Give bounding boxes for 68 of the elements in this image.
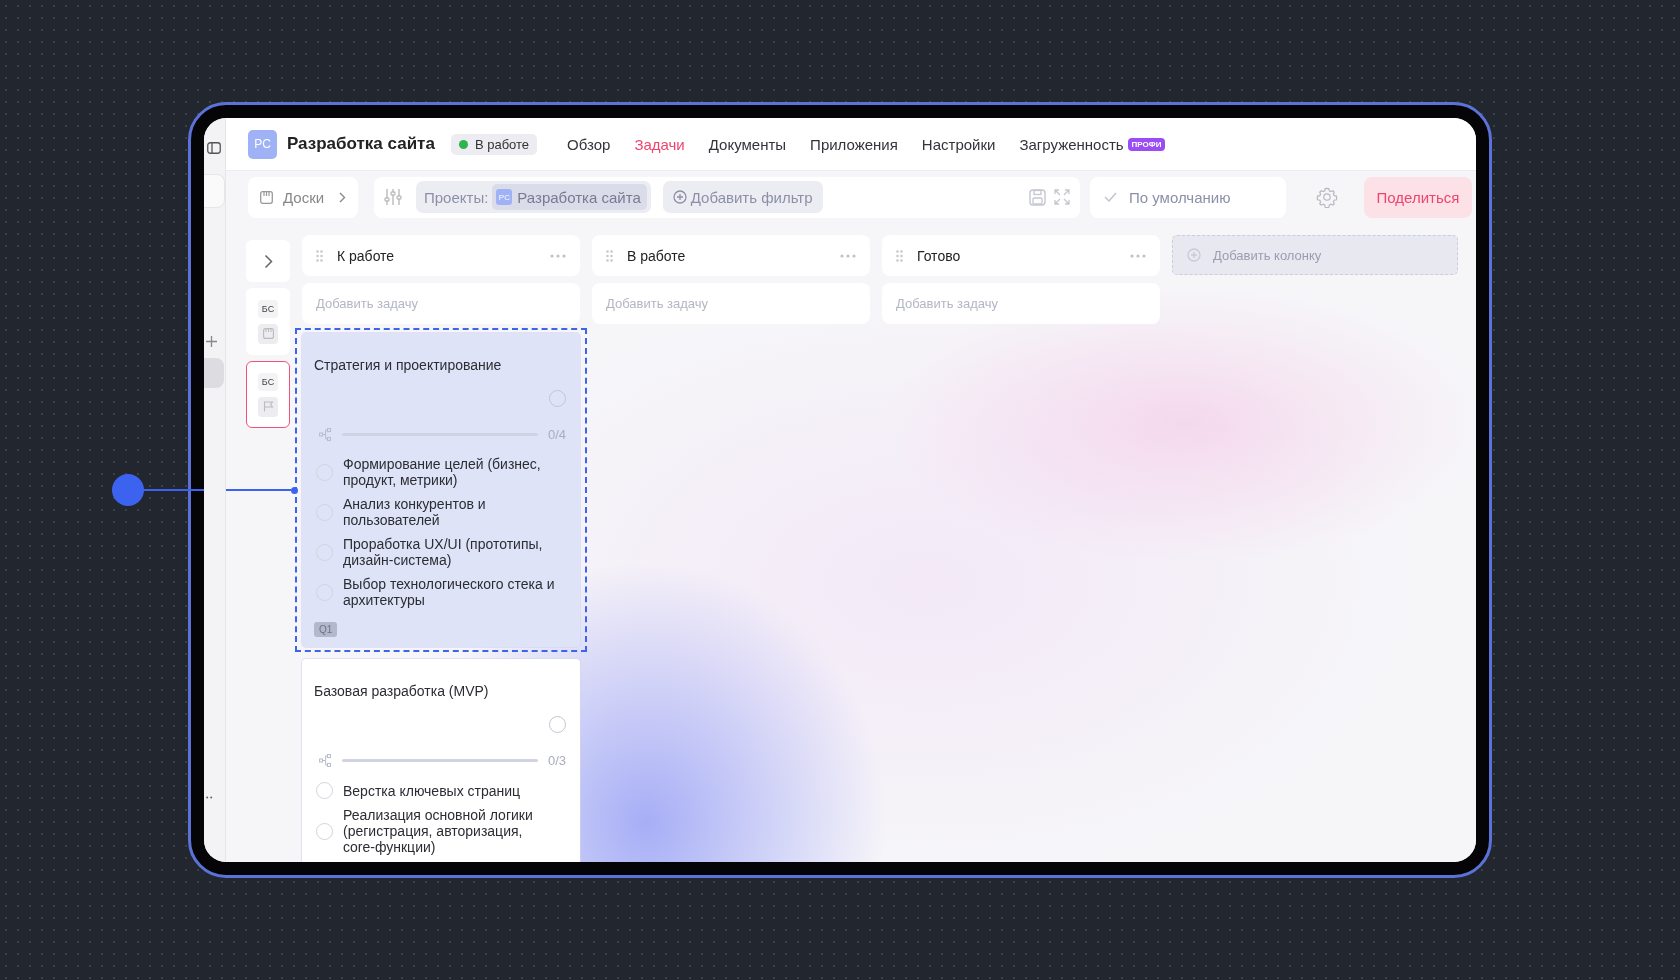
nav-tab[interactable]: Задачи	[634, 135, 685, 153]
column-title: К работе	[337, 247, 396, 264]
progress-count: 0/4	[547, 427, 566, 442]
subtask-text: Анализ конкурентов и пользователей	[343, 496, 487, 528]
column-title: Готово	[917, 247, 962, 264]
plus-circle-icon	[672, 190, 687, 204]
rail-initials: БС	[257, 299, 279, 318]
status-label: В работе	[474, 136, 530, 152]
plus-icon[interactable]	[206, 336, 217, 347]
more-icon[interactable]	[840, 253, 856, 258]
save-icon[interactable]	[1029, 188, 1046, 206]
chevron-right-icon	[263, 253, 273, 269]
share-button[interactable]: Поделиться	[1364, 176, 1472, 218]
project-title: Разработка сайта	[287, 134, 435, 154]
plus-circle-icon	[1187, 248, 1201, 262]
sidebar-item[interactable]	[204, 174, 225, 208]
project-logo: PC	[496, 189, 513, 205]
filter-label: Проекты:	[424, 188, 489, 206]
more-icon[interactable]	[1130, 253, 1146, 258]
add-task-field[interactable]: Добавить задачу	[592, 283, 870, 324]
subtasks-icon	[319, 754, 332, 767]
filter-value[interactable]: PC Разработка сайта	[492, 184, 647, 210]
rail-initials: БС	[257, 372, 279, 391]
subtask-text: Верстка ключевых страниц	[343, 782, 521, 799]
sliders-icon[interactable]	[384, 188, 402, 206]
settings-icon[interactable]	[1316, 186, 1338, 208]
drag-handle-icon[interactable]	[896, 249, 903, 262]
flag-icon	[262, 401, 274, 412]
rail-card[interactable]: БС	[246, 288, 290, 355]
subtasks-icon	[319, 428, 332, 441]
card-title: Стратегия и проектирование	[314, 357, 503, 373]
board-icon	[260, 190, 273, 204]
pro-badge: ПРОФИ	[1127, 137, 1166, 151]
view-selector[interactable]: По умолчанию	[1090, 176, 1286, 218]
filter-value-label: Разработка сайта	[517, 188, 641, 206]
progress-count: 0/3	[547, 753, 566, 768]
nav-tab[interactable]: Документы	[708, 135, 787, 153]
add-column-button[interactable]: Добавить колонку	[1172, 235, 1458, 275]
add-task-field[interactable]: Добавить задачу	[882, 283, 1160, 324]
card-tag: Q1	[314, 622, 338, 637]
status-badge[interactable]: В работе	[450, 133, 538, 155]
nav-tab[interactable]: Приложения	[810, 135, 898, 153]
nav-tab[interactable]: Настройки	[921, 135, 996, 153]
expand-button[interactable]	[246, 240, 290, 282]
subtask-text: Реализация основной логики (регистрация, авторизация, core-функции)	[343, 807, 534, 855]
subtask-text: Формирование целей (бизнес, продукт, метрики)	[343, 456, 542, 488]
sidebar-item[interactable]	[204, 358, 224, 388]
subtask-text: Выбор технологического стека и архитектуры	[343, 576, 556, 608]
chevron-right-icon	[339, 191, 346, 203]
expand-icon[interactable]	[1054, 189, 1070, 205]
add-task-field[interactable]: Добавить задачу	[302, 283, 580, 324]
nav-tab[interactable]: Загруженность	[1019, 135, 1124, 153]
rail-card[interactable]: БС	[246, 361, 290, 428]
subtask-text: Проработка UX/UI (прототипы, дизайн-система)	[343, 536, 544, 568]
more-icon[interactable]	[550, 253, 566, 258]
drag-handle-icon[interactable]	[606, 249, 613, 262]
project-filter-chip[interactable]: Проекты: PC Разработка сайта	[416, 181, 651, 213]
sidebar-toggle-icon[interactable]	[207, 142, 221, 154]
add-filter-button[interactable]: Добавить фильтр	[662, 181, 823, 213]
nav-tab[interactable]: Обзор	[567, 135, 611, 153]
column-title: В работе	[627, 247, 687, 264]
dots-icon[interactable]	[206, 796, 213, 799]
task-card[interactable]	[295, 328, 587, 652]
card-title: Базовая разработка (MVP)	[314, 683, 490, 699]
drag-handle-icon[interactable]	[316, 249, 323, 262]
check-icon	[1104, 192, 1117, 202]
boards-button[interactable]: Доски	[248, 176, 358, 218]
project-logo: PC	[248, 129, 277, 159]
